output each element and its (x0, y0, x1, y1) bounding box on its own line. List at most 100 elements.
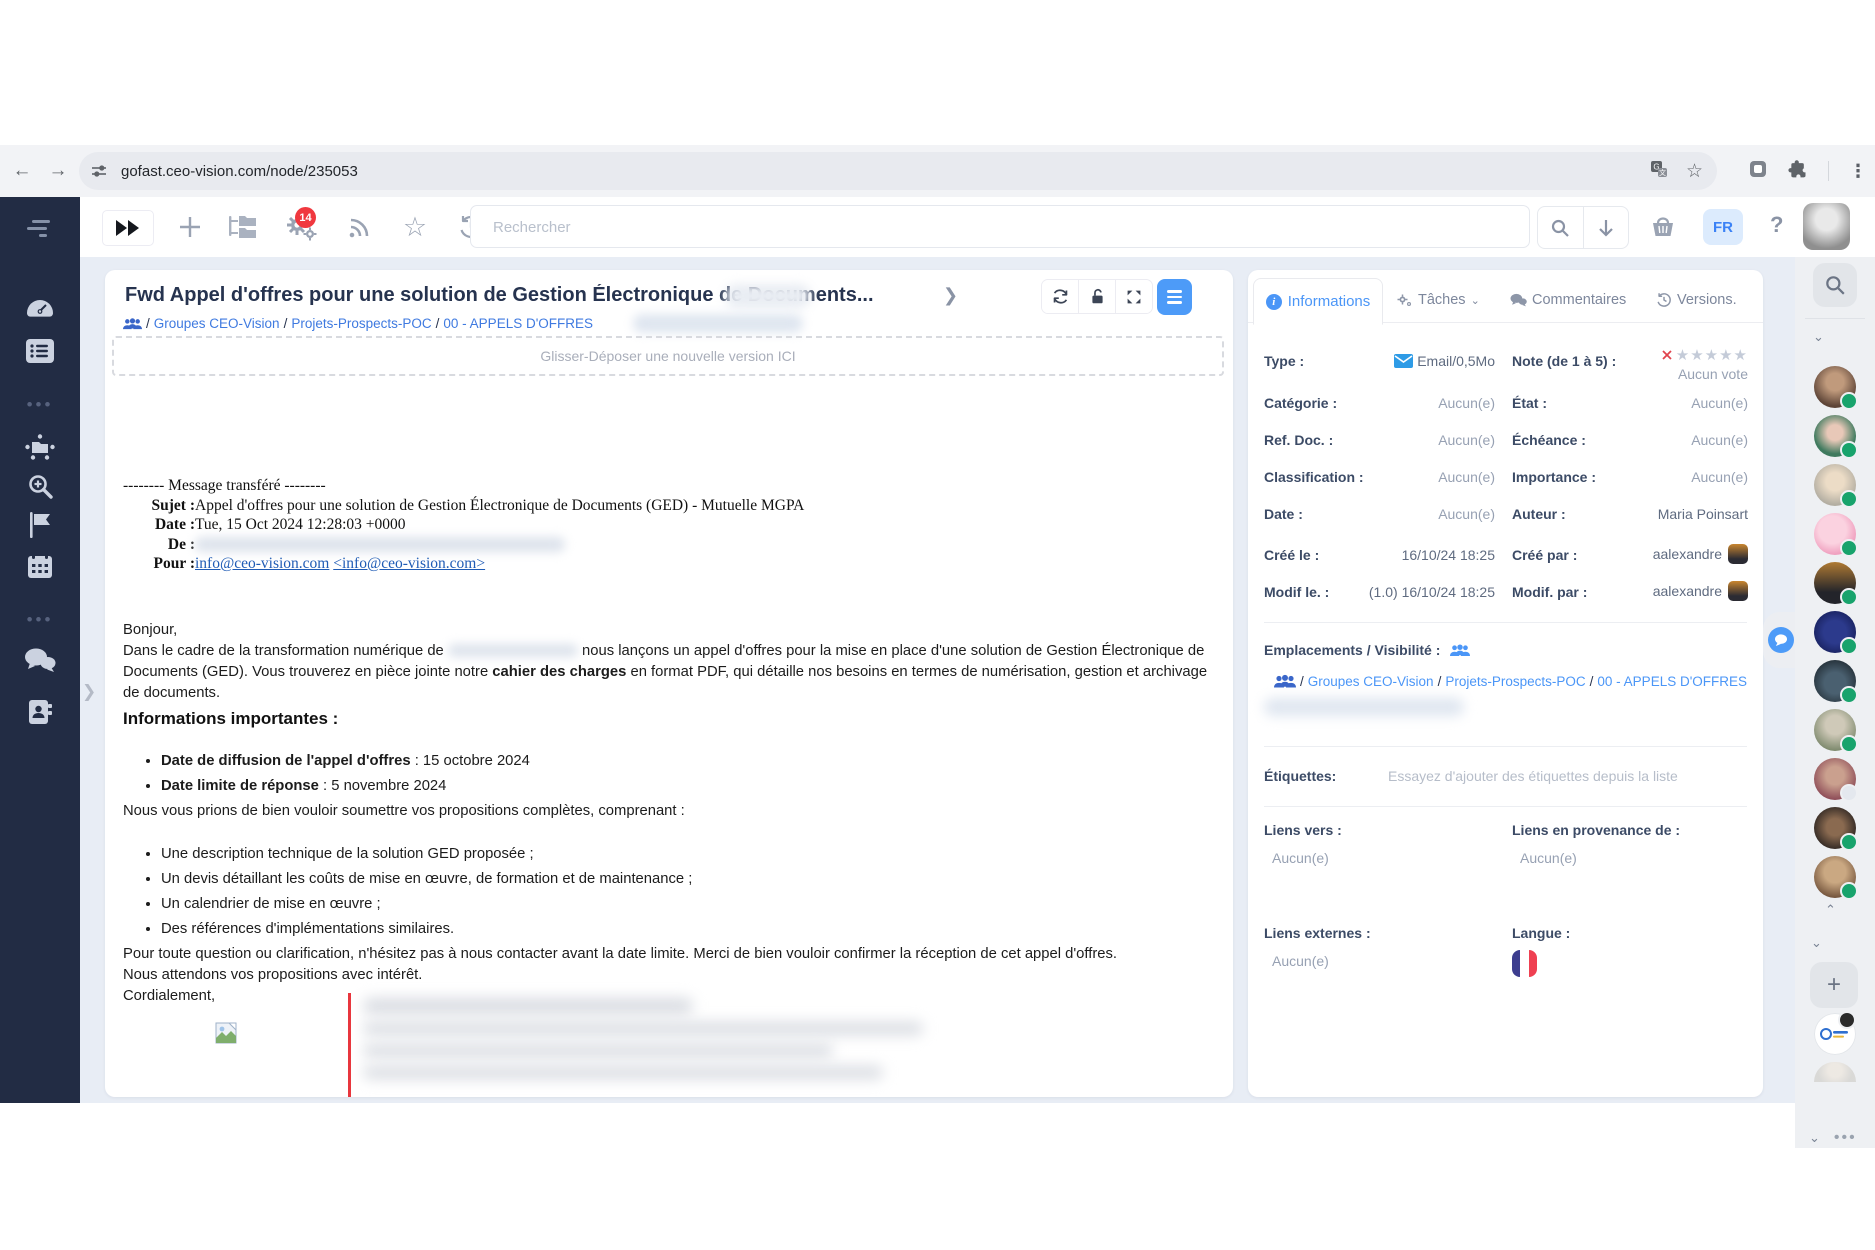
avatar[interactable] (1814, 807, 1858, 851)
cree-par-value[interactable]: aalexandre (1653, 544, 1748, 564)
language-button[interactable]: FR (1703, 209, 1743, 245)
notifications-badge[interactable]: 14 (295, 207, 316, 228)
versions-icon (1657, 293, 1671, 307)
french-flag-icon (1512, 950, 1537, 977)
avatar[interactable] (1814, 464, 1858, 508)
etiquettes-input[interactable]: Essayez d'ajouter des étiquettes depuis … (1388, 768, 1678, 784)
chevron-down-icon[interactable]: ⌄ (1811, 935, 1822, 951)
avatar[interactable] (1814, 611, 1858, 655)
avatar[interactable] (1814, 366, 1858, 410)
add-contact-button[interactable]: + (1810, 962, 1858, 1008)
user-avatar[interactable] (1803, 203, 1850, 250)
breadcrumb-link-appels[interactable]: 00 - APPELS D'OFFRES (443, 316, 593, 331)
add-button[interactable] (170, 197, 210, 257)
avatar[interactable] (1814, 856, 1858, 900)
breadcrumb-separator: / (435, 316, 440, 331)
chevron-down-icon[interactable]: ⌄ (1813, 329, 1824, 345)
document-menu-button[interactable] (1157, 279, 1192, 315)
avatar[interactable] (1814, 415, 1858, 459)
chat-pull-tab[interactable] (1763, 612, 1797, 668)
divider (1828, 161, 1829, 181)
classification-label: Classification : (1264, 469, 1364, 485)
extension-icon[interactable] (1748, 159, 1768, 184)
bookmark-star-icon[interactable]: ☆ (1686, 160, 1703, 183)
search-submit-button[interactable] (1538, 207, 1583, 248)
extensions-puzzle-icon[interactable] (1788, 159, 1808, 184)
to-email-bracket-link[interactable]: <info@ceo-vision.com> (333, 555, 485, 572)
sidebar-calendar-icon[interactable] (0, 553, 80, 579)
subject-label: Sujet : (151, 496, 195, 514)
contacts-search-button[interactable] (1813, 263, 1857, 307)
etiquettes-label: Étiquettes: (1264, 768, 1337, 784)
liens-prov-label: Liens en provenance de : (1512, 822, 1681, 838)
list-item: Des références d'implémentations similai… (161, 919, 1215, 940)
sidebar-more-icon[interactable]: ••• (0, 395, 80, 415)
sidebar-chat-icon[interactable] (0, 647, 80, 673)
modif-par-value[interactable]: aalexandre (1653, 581, 1748, 601)
sidebar-dashboard-icon[interactable] (0, 297, 80, 323)
tab-versions[interactable]: Versions. (1656, 278, 1737, 322)
to-email-link[interactable]: info@ceo-vision.com (195, 555, 329, 572)
browser-back-icon[interactable]: ← (6, 155, 38, 187)
date-label: Date : (1264, 506, 1303, 522)
status-dot (1840, 392, 1858, 410)
fast-forward-button[interactable] (102, 210, 154, 246)
divider (1264, 806, 1747, 807)
folder-tree-icon[interactable] (220, 197, 266, 257)
more-options-icon[interactable]: ••• (1834, 1129, 1857, 1147)
sidebar-flag-icon[interactable] (0, 512, 80, 538)
chat-bubble-icon (1768, 627, 1794, 653)
unlock-button[interactable] (1078, 280, 1115, 313)
tab-informations[interactable]: i Informations (1253, 278, 1383, 325)
avatar[interactable] (1814, 562, 1858, 606)
sidebar-shared-folder-icon[interactable] (0, 433, 80, 461)
sidebar-advanced-search-icon[interactable] (0, 473, 80, 499)
avatar[interactable] (1814, 1011, 1856, 1055)
site-info-icon[interactable] (91, 163, 107, 179)
sidebar-menu-icon[interactable] (0, 219, 80, 237)
avatar[interactable] (1814, 709, 1858, 753)
tab-taches[interactable]: Tâches ⌄ (1396, 278, 1480, 322)
avatar[interactable] (1814, 1062, 1856, 1082)
dropzone[interactable]: Glisser-Déposer une nouvelle version ICI (112, 336, 1224, 376)
basket-icon[interactable] (1640, 197, 1686, 257)
empl-link-groupes[interactable]: Groupes CEO-Vision (1308, 674, 1434, 689)
chevron-up-icon[interactable]: ⌃ (1825, 902, 1836, 918)
empl-link-projets[interactable]: Projets-Prospects-POC (1445, 674, 1585, 689)
title-expand-chevron[interactable]: ❯ (943, 285, 958, 306)
refresh-button[interactable] (1042, 280, 1078, 313)
avatar[interactable] (1814, 513, 1858, 557)
list-item: Date de diffusion de l'appel d'offres : … (161, 751, 1215, 772)
modif-le-label: Modif le. : (1264, 584, 1330, 600)
download-arrow-button[interactable] (1582, 207, 1629, 248)
sidebar-contacts-icon[interactable] (0, 699, 80, 725)
translate-icon[interactable]: G 文 (1650, 160, 1668, 183)
broken-image-icon (215, 1022, 237, 1049)
favorites-star-icon[interactable]: ☆ (392, 197, 438, 257)
avatar[interactable] (1814, 758, 1858, 802)
clear-vote-icon[interactable] (1662, 350, 1672, 360)
to-label: Pour : (153, 555, 195, 572)
greeting: Bonjour, (123, 621, 178, 638)
browser-menu-icon[interactable]: ⋮ (1849, 161, 1867, 182)
empl-link-appels[interactable]: 00 - APPELS D'OFFRES (1597, 674, 1747, 689)
sidebar-more2-icon[interactable]: ••• (0, 610, 80, 630)
browser-address-bar[interactable]: gofast.ceo-vision.com/node/235053 G 文 ☆ (79, 152, 1717, 190)
help-button[interactable]: ? (1770, 212, 1783, 238)
breadcrumb-link-groupes[interactable]: Groupes CEO-Vision (154, 316, 280, 331)
browser-forward-icon[interactable]: → (42, 155, 74, 187)
rss-icon[interactable] (338, 197, 382, 257)
search-field[interactable] (470, 205, 1530, 249)
panel-expand-chevron[interactable]: ❯ (82, 682, 96, 702)
categorie-value: Aucun(e) (1438, 395, 1495, 411)
sidebar-list-icon[interactable] (0, 339, 80, 363)
redacted-blur (1264, 698, 1464, 716)
breadcrumb-link-projets[interactable]: Projets-Prospects-POC (291, 316, 431, 331)
url-text[interactable]: gofast.ceo-vision.com/node/235053 (121, 163, 358, 180)
note-stars[interactable]: ★★★★★ (1662, 346, 1748, 364)
chevron-down-icon[interactable]: ⌄ (1809, 1130, 1820, 1146)
avatar[interactable] (1814, 660, 1858, 704)
search-input[interactable] (471, 206, 1501, 249)
fullscreen-button[interactable] (1115, 280, 1152, 313)
tab-commentaires[interactable]: Commentaires (1510, 278, 1626, 322)
